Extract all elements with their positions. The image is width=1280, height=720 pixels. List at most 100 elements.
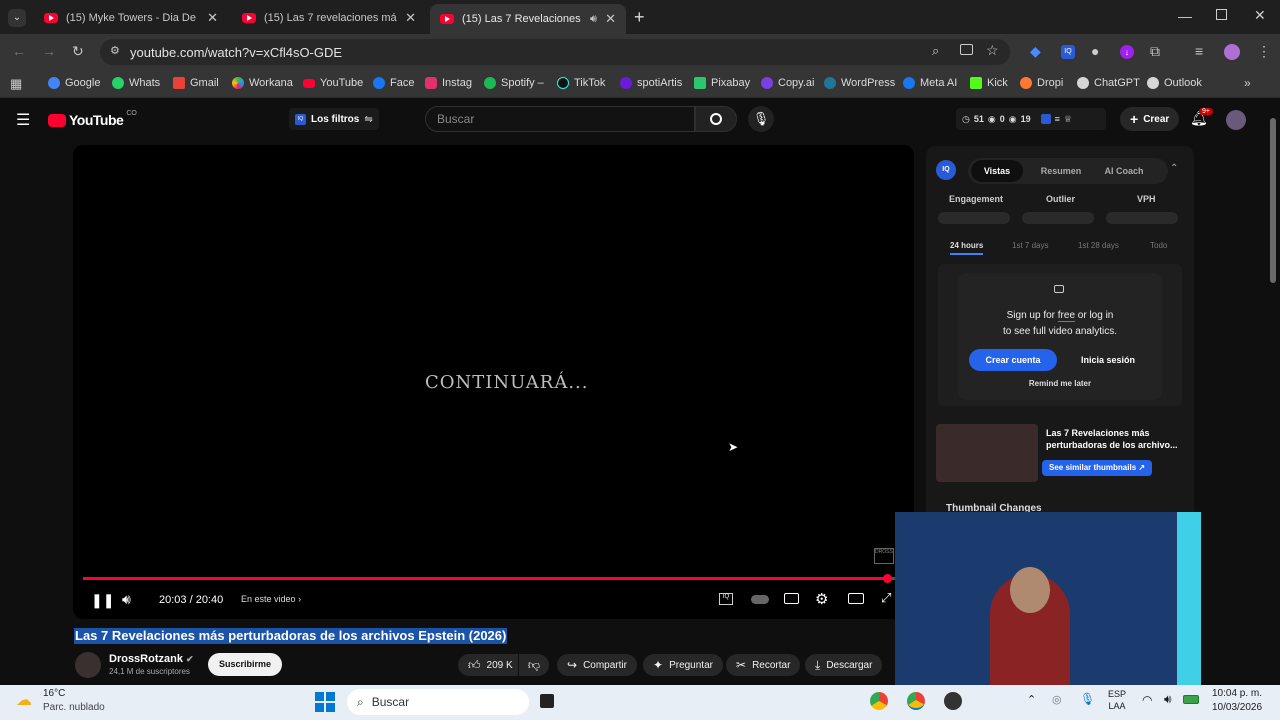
tab-1[interactable]: (15) Myke Towers - Dia De Cob ✕ — [34, 6, 228, 30]
iq-stats-bar[interactable]: ◷ 51 ◉ 0 ◉ 19 ≡ ♕ — [956, 108, 1106, 130]
zoom-icon[interactable]: ⌕ — [932, 43, 939, 59]
volume-icon[interactable]: 🔊︎ — [1164, 692, 1172, 707]
download-button[interactable]: ⤓ Descargar — [805, 654, 883, 676]
like-button[interactable]: 👍︎ 209 K — [458, 654, 518, 676]
page-scrollbar[interactable] — [1270, 118, 1276, 283]
range-todo[interactable]: Todo — [1150, 241, 1167, 250]
tab-2[interactable]: (15) Las 7 revelaciones más per ✕ — [232, 6, 426, 30]
bookmark-tiktok[interactable]: TikTok — [557, 77, 605, 89]
youtube-logo[interactable]: YouTube CO — [48, 110, 137, 128]
bookmark-copyai[interactable]: Copy.ai — [761, 77, 814, 89]
reload-icon[interactable]: ↻ — [72, 43, 84, 60]
collapse-chevron-icon[interactable]: ⌃ — [1170, 163, 1178, 174]
taskbar-search[interactable]: ⌕ Buscar — [347, 689, 529, 715]
new-tab-icon[interactable]: + — [634, 7, 645, 28]
bookmark-star-icon[interactable]: ☆ — [986, 42, 999, 59]
dislike-button[interactable]: 👎︎ — [519, 654, 549, 676]
autoplay-toggle[interactable] — [751, 595, 769, 604]
bookmark-workana[interactable]: Workana — [232, 77, 293, 89]
tab-3-active[interactable]: (15) Las 7 Revelaciones más 🔊︎ ✕ — [430, 4, 626, 34]
hamburger-menu-icon[interactable]: ☰ — [16, 110, 30, 130]
speaker-icon[interactable]: 🔊︎ — [590, 13, 597, 26]
range-24-hours[interactable]: 24 hours — [950, 241, 984, 255]
pause-icon[interactable]: ❚❚ — [91, 592, 114, 609]
bookmark-metaai[interactable]: Meta AI — [903, 77, 957, 89]
restore-icon[interactable] — [1216, 9, 1227, 20]
scrubber-handle[interactable] — [882, 574, 892, 583]
more-bookmarks-icon[interactable]: » — [1244, 76, 1251, 90]
search-input[interactable]: Buscar — [425, 106, 695, 132]
tab-resumen[interactable]: Resumen — [1032, 160, 1090, 182]
voice-search-button[interactable]: 🎙︎ — [748, 106, 774, 132]
battery-icon[interactable] — [1183, 695, 1199, 704]
tab-search-chevron-icon[interactable]: ⌄ — [8, 9, 26, 27]
tray-app-icon[interactable]: ◎ — [1052, 693, 1062, 706]
site-info-icon[interactable]: ⚙ — [110, 44, 120, 57]
extensions-icon[interactable]: ⧉ — [1150, 43, 1160, 60]
channel-name[interactable]: DrossRotzank ✔ — [109, 653, 194, 665]
iq-player-icon[interactable]: IQ — [719, 593, 733, 605]
clip-button[interactable]: ✂ Recortar — [726, 654, 801, 676]
login-button[interactable]: Inicia sesión — [1064, 349, 1152, 371]
range-28-days[interactable]: 1st 28 days — [1078, 241, 1119, 250]
range-7-days[interactable]: 1st 7 days — [1012, 241, 1048, 250]
bookmark-outlook[interactable]: Outlook — [1147, 77, 1202, 89]
chrome-profile-icon[interactable] — [907, 692, 925, 710]
close-tab-icon[interactable]: ✕ — [207, 10, 218, 26]
progress-bar[interactable] — [83, 577, 887, 580]
create-button[interactable]: + Crear — [1120, 107, 1180, 131]
close-tab-icon[interactable]: ✕ — [605, 11, 616, 27]
menu-kebab-icon[interactable]: ⋮ — [1257, 43, 1271, 60]
remind-later-link[interactable]: Remind me later — [958, 379, 1162, 388]
free-link[interactable]: free — [1057, 310, 1076, 322]
fullscreen-icon[interactable]: ⤢ — [881, 590, 891, 606]
minimize-icon[interactable]: — — [1178, 8, 1192, 24]
reading-list-icon[interactable]: ≡ — [1195, 43, 1203, 59]
extension-puzzle-shape-icon[interactable]: ● — [1091, 43, 1099, 59]
taskview-icon[interactable] — [540, 694, 554, 708]
search-button[interactable] — [695, 106, 737, 132]
chapter-button[interactable]: En este video › — [241, 594, 301, 604]
bookmark-instag[interactable]: Instag — [425, 77, 472, 89]
bookmark-google[interactable]: Google — [48, 77, 100, 89]
back-icon[interactable]: ← — [12, 43, 26, 59]
bookmark-face[interactable]: Face — [373, 77, 414, 89]
extension-iq-icon[interactable]: IQ — [1061, 45, 1075, 59]
chrome-icon[interactable] — [870, 692, 888, 710]
tab-ai-coach[interactable]: AI Coach — [1096, 160, 1152, 182]
theater-mode-icon[interactable] — [848, 593, 864, 604]
ask-button[interactable]: ✦ Preguntar — [643, 654, 723, 676]
clock-time[interactable]: 10:04 p. m. — [1212, 688, 1262, 699]
channel-avatar[interactable] — [75, 652, 101, 678]
extension-download-icon[interactable]: ↓ — [1120, 45, 1134, 59]
profile-avatar[interactable] — [1224, 44, 1240, 60]
share-button[interactable]: ↪ Compartir — [557, 654, 637, 676]
bookmark-kick[interactable]: Kick — [970, 77, 1008, 89]
create-account-button[interactable]: Crear cuenta — [969, 349, 1057, 371]
clock-date[interactable]: 10/03/2026 — [1212, 702, 1262, 713]
microphone-icon[interactable]: 🎙︎ — [1080, 692, 1095, 706]
apps-grid-icon[interactable]: ▦ — [10, 76, 22, 92]
close-window-icon[interactable]: ✕ — [1254, 7, 1266, 24]
bookmark-spotiartis[interactable]: spotiArtis — [620, 77, 682, 89]
volume-icon[interactable]: 🔊︎ — [122, 591, 131, 608]
subtitles-icon[interactable] — [784, 593, 799, 604]
start-windows-icon[interactable] — [315, 692, 335, 712]
address-bar[interactable]: ⚙ youtube.com/watch?v=xCfl4sO-GDE ⌕ ☆ — [100, 39, 1010, 65]
bookmark-pixabay[interactable]: Pixabay — [694, 77, 750, 89]
language-code[interactable]: ESP LAA — [1108, 688, 1126, 712]
weather-icon[interactable]: ☁ — [16, 690, 32, 710]
wifi-icon[interactable]: ◠ — [1142, 693, 1152, 707]
bookmark-chatgpt[interactable]: ChatGPT — [1077, 77, 1140, 89]
subscribe-button[interactable]: Suscribirme — [208, 653, 283, 676]
app-icon[interactable] — [944, 692, 962, 710]
video-player[interactable]: CONTINUARÁ... DROSS ❚❚ 🔊︎ 20:03 / 20:40 … — [73, 145, 914, 619]
bookmark-spotify[interactable]: Spotify – — [484, 77, 544, 89]
settings-gear-icon[interactable]: ⚙ — [815, 590, 828, 608]
tab-vistas[interactable]: Vistas — [971, 160, 1023, 182]
account-avatar[interactable] — [1226, 110, 1246, 130]
filters-button[interactable]: IQ Los filtros ⇋ — [289, 108, 379, 130]
extension-tag-icon[interactable]: ◆ — [1030, 43, 1041, 60]
tray-chevron-icon[interactable]: ⌃ — [1027, 693, 1036, 706]
install-icon[interactable] — [960, 44, 973, 55]
